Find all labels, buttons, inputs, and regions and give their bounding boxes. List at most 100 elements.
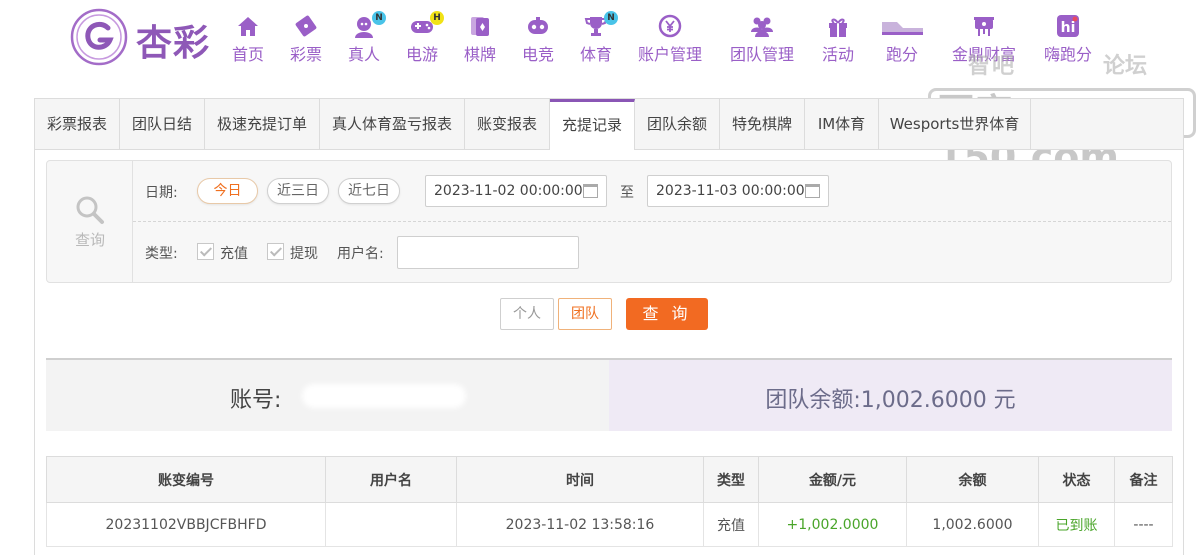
query-side: 查询	[47, 161, 133, 282]
calendar-icon	[805, 184, 820, 198]
end-date-input[interactable]: 2023-11-03 00:00:00	[647, 175, 829, 207]
records-table: 账变编号 用户名 时间 类型 金额/元 余额 状态 备注 20231102VBB…	[46, 456, 1173, 547]
nav-label: 嗨跑分	[1043, 45, 1092, 64]
gift-icon	[829, 18, 847, 37]
yen-coin-icon	[658, 14, 682, 38]
type-row: 类型: 充值 提现 用户名:	[133, 222, 1171, 282]
nav-item-paofen[interactable]: 跑分	[876, 10, 928, 66]
column-header: 状态	[1038, 456, 1115, 503]
nav-item-activity[interactable]: 活动	[818, 10, 858, 66]
nav-item-account[interactable]: 账户管理	[634, 10, 706, 66]
nav-item-egames[interactable]: H 电游	[400, 10, 444, 66]
team-balance-summary: 团队余额:1,002.6000 元	[609, 360, 1172, 431]
nav-label: 体育	[579, 45, 612, 64]
column-header: 时间	[456, 456, 704, 503]
tab-team-daily[interactable]: 团队日结	[120, 99, 205, 149]
nav-item-cards[interactable]: 棋牌	[458, 10, 502, 66]
gamepad-icon: H	[409, 11, 444, 38]
hot-badge: H	[430, 11, 444, 25]
nav-item-home[interactable]: 首页	[226, 10, 270, 66]
time-cell: 2023-11-02 13:58:16	[456, 502, 704, 547]
range-3days-button[interactable]: 近三日	[267, 178, 329, 204]
table-row[interactable]: 20231102VBBJCFBHFD 2023-11-02 13:58:16 充…	[46, 502, 1173, 547]
start-date-input[interactable]: 2023-11-02 00:00:00	[425, 175, 607, 207]
new-badge: N	[604, 11, 618, 25]
search-button[interactable]: 查 询	[626, 298, 708, 330]
date-row: 日期: 今日 近三日 近七日 2023-11-02 00:00:00 至 202…	[133, 161, 1171, 222]
nav-label: 彩票	[289, 45, 322, 64]
end-date-value: 2023-11-03 00:00:00	[656, 183, 805, 199]
to-label: 至	[620, 185, 634, 201]
type-label: 类型:	[145, 246, 178, 262]
nav-label: 跑分	[885, 45, 918, 64]
username-input[interactable]	[397, 236, 579, 269]
nav-item-lottery[interactable]: 彩票	[284, 10, 328, 66]
calendar-icon	[583, 184, 598, 198]
nav-label: 活动	[821, 45, 854, 64]
lottery-ticket-icon	[295, 15, 317, 37]
column-header: 用户名	[325, 456, 457, 503]
nav-label: 电游	[405, 45, 438, 64]
column-header: 余额	[906, 456, 1039, 503]
team-balance-value: 团队余额:1,002.6000 元	[765, 388, 1016, 413]
search-icon	[76, 196, 104, 224]
home-icon	[238, 17, 258, 36]
column-header: 类型	[703, 456, 759, 503]
cards-icon	[471, 17, 489, 36]
nav-item-hi-paofen[interactable]: hi 嗨跑分	[1040, 10, 1096, 66]
deposit-checkbox[interactable]	[197, 243, 214, 260]
tab-wesports[interactable]: Wesports世界体育	[879, 99, 1031, 149]
query-panel: 查询 日期: 今日 近三日 近七日 2023-11-02 00:00:00 至 …	[46, 160, 1172, 283]
nav-label: 首页	[231, 45, 264, 64]
live-dealer-icon: N	[351, 11, 386, 38]
transaction-id-cell: 20231102VBBJCFBHFD	[46, 502, 326, 547]
tab-lottery-report[interactable]: 彩票报表	[35, 99, 120, 149]
type-cell: 充值	[703, 502, 759, 547]
query-side-label: 查询	[74, 231, 105, 249]
redacted-account-name	[302, 384, 466, 408]
range-today-button[interactable]: 今日	[197, 178, 258, 204]
deposit-option-label: 充值	[220, 246, 248, 262]
start-date-value: 2023-11-02 00:00:00	[434, 183, 583, 199]
nav-item-team[interactable]: 团队管理	[726, 10, 798, 66]
balance-cell: 1,002.6000	[906, 502, 1039, 547]
table-header-row: 账变编号 用户名 时间 类型 金额/元 余额 状态 备注	[46, 456, 1173, 503]
nav-item-jinding[interactable]: 金鼎财富	[948, 10, 1020, 66]
date-label: 日期:	[145, 185, 178, 201]
top-navigation-bar: 杏彩 首页 彩票 N 真人 H 电游 棋牌 电竞 N 体育 账户管理 团队管理 …	[0, 0, 1201, 75]
remark-cell: ----	[1114, 502, 1173, 547]
tab-chess-cards[interactable]: 特免棋牌	[720, 99, 805, 149]
withdraw-checkbox[interactable]	[267, 243, 284, 260]
hi-app-icon: hi	[1057, 15, 1079, 37]
brand-logo[interactable]: 杏彩	[70, 8, 220, 66]
tab-fast-deposit-orders[interactable]: 极速充提订单	[205, 99, 320, 149]
range-7days-button[interactable]: 近七日	[338, 178, 400, 204]
tab-live-sports-pnl[interactable]: 真人体育盈亏报表	[320, 99, 465, 149]
summary-bar: 账号: 团队余额:1,002.6000 元	[46, 358, 1172, 431]
tab-balance-change[interactable]: 账变报表	[465, 99, 550, 149]
withdraw-option-label: 提现	[290, 246, 318, 262]
username-cell	[325, 502, 457, 547]
nav-item-sports[interactable]: N 体育	[574, 10, 618, 66]
nav-item-esports[interactable]: 电竞	[516, 10, 560, 66]
brand-logo-mark-icon	[70, 8, 128, 66]
personal-scope-button[interactable]: 个人	[500, 298, 554, 330]
nav-label: 电竞	[521, 45, 554, 64]
running-shoe-icon	[882, 22, 923, 35]
team-icon	[751, 17, 773, 37]
tab-team-balance[interactable]: 团队余额	[635, 99, 720, 149]
nav-label: 账户管理	[637, 45, 702, 64]
status-cell: 已到账	[1038, 502, 1115, 547]
account-summary: 账号:	[46, 360, 609, 431]
team-scope-button[interactable]: 团队	[558, 298, 612, 330]
nav-item-live[interactable]: N 真人	[342, 10, 386, 66]
new-badge: N	[372, 11, 386, 25]
nav-label: 真人	[347, 45, 380, 64]
tab-deposit-withdraw-records[interactable]: 充提记录	[550, 99, 635, 150]
column-header: 账变编号	[46, 456, 326, 503]
brand-name: 杏彩	[136, 22, 211, 64]
trophy-icon: N	[583, 11, 618, 38]
tab-im-sports[interactable]: IM体育	[805, 99, 879, 149]
username-label: 用户名:	[337, 246, 384, 262]
esports-controller-icon	[528, 17, 548, 34]
